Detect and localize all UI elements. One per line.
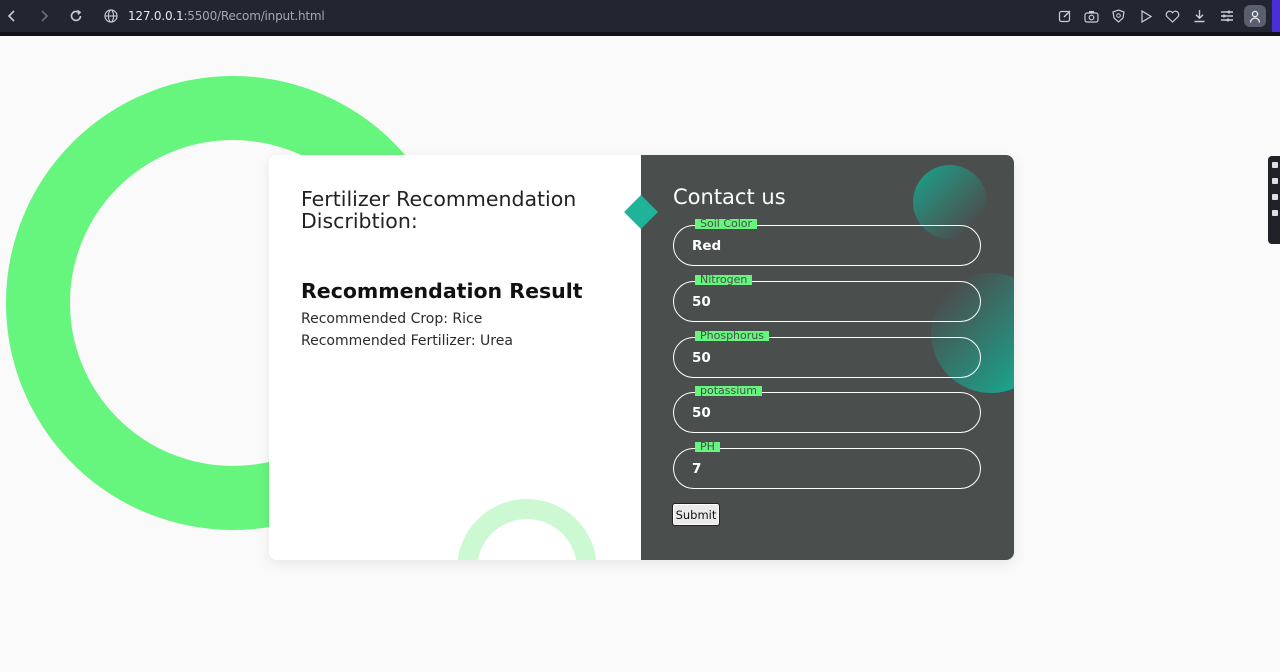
input-form-panel: Contact us Soil Color Nitrogen Phosphoru… [641, 155, 1014, 560]
soil-color-input[interactable] [673, 225, 981, 266]
toolbar-divider [0, 32, 1280, 36]
recommended-crop: Recommended Crop: Rice [301, 311, 483, 327]
back-icon[interactable] [0, 4, 24, 28]
ph-field: PH [673, 441, 981, 489]
nitrogen-label: Nitrogen [695, 274, 753, 285]
phosphorus-input[interactable] [673, 337, 981, 378]
form-title: Contact us [673, 185, 786, 209]
recommended-fertilizer: Recommended Fertilizer: Urea [301, 333, 513, 349]
download-icon[interactable] [1190, 7, 1209, 26]
ph-input[interactable] [673, 448, 981, 489]
nitrogen-field: Nitrogen [673, 274, 981, 322]
potassium-label: potassium [695, 385, 762, 396]
phosphorus-label: Phosphorus [695, 330, 769, 341]
soil-color-field: Soil Color [673, 218, 981, 266]
page-title: Fertilizer Recommendation Discribtion: [301, 187, 577, 233]
phosphorus-field: Phosphorus [673, 330, 981, 378]
window-edge [1272, 0, 1280, 32]
edit-icon[interactable] [1055, 7, 1074, 26]
site-info-icon[interactable] [104, 8, 120, 24]
submit-button[interactable]: Submit [672, 503, 720, 526]
result-panel: Fertilizer Recommendation Discribtion: R… [269, 155, 641, 560]
nitrogen-input[interactable] [673, 281, 981, 322]
url-host: 127.0.0.1 [128, 9, 184, 23]
potassium-field: potassium [673, 385, 981, 433]
shield-icon[interactable] [1109, 7, 1128, 26]
profile-icon[interactable] [1244, 5, 1266, 27]
address-bar[interactable]: 127.0.0.1:5500/Recom/input.html [128, 9, 325, 23]
menu-icon[interactable] [1217, 7, 1236, 26]
heart-icon[interactable] [1163, 7, 1182, 26]
reload-icon[interactable] [64, 4, 88, 28]
forward-icon[interactable] [32, 4, 56, 28]
camera-icon[interactable] [1082, 7, 1101, 26]
browser-toolbar: 127.0.0.1:5500/Recom/input.html [0, 0, 1280, 32]
result-heading: Recommendation Result [301, 279, 583, 303]
potassium-input[interactable] [673, 392, 981, 433]
play-icon[interactable] [1136, 7, 1155, 26]
soil-color-label: Soil Color [695, 218, 758, 229]
ph-label: PH [695, 441, 720, 452]
decorative-ring [457, 499, 597, 560]
url-path: :5500/Recom/input.html [183, 9, 325, 23]
side-toolbar-tab[interactable] [1268, 156, 1280, 244]
